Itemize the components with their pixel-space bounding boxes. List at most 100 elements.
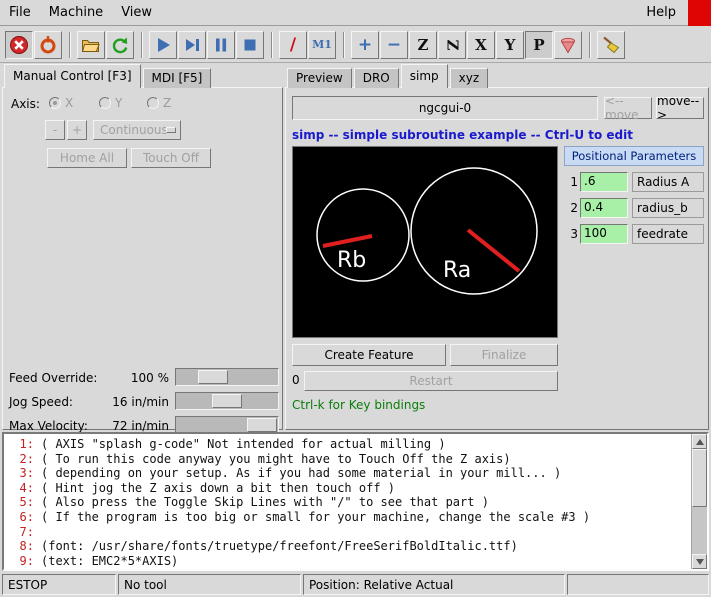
touch-off-button[interactable]: Touch Off [131,148,211,168]
optional-stop-button[interactable]: M1 [308,31,336,59]
gcode-line[interactable]: 2: ( To run this code anyway you might h… [8,452,689,467]
gcode-listing[interactable]: 1: ( AXIS "splash g-code" Not intended f… [2,432,709,571]
view-y-button[interactable]: Y [496,31,524,59]
axis-radio-x-label: X [65,96,73,110]
line-number: 6: [8,510,34,525]
view-x-icon: X [475,36,487,54]
view-z-button[interactable]: Z [409,31,437,59]
param-3-value-entry[interactable]: 100 [580,224,628,244]
pause-button[interactable] [207,31,235,59]
jog-speed-handle[interactable] [212,394,242,408]
create-feature-button[interactable]: Create Feature [292,344,446,366]
reload-icon [110,35,130,55]
left-tabs: Manual Control [F3] MDI [F5] [4,64,213,88]
line-text: ( AXIS "splash g-code" Not intended for … [41,437,446,452]
estop-button[interactable] [5,31,33,59]
menu-help[interactable]: Help [637,1,685,24]
param-2-name: radius_b [632,198,704,218]
view-perspective-button[interactable]: P [525,31,553,59]
radio-icon [49,97,61,109]
right-tabs: Preview DRO simp xyz [287,64,490,88]
tab-preview[interactable]: Preview [287,68,352,88]
jog-speed-value: 16 in/min [73,395,169,409]
gcode-line[interactable]: 4: ( Hint jog the Z axis down a bit then… [8,481,689,496]
gcode-scrollbar[interactable] [691,434,707,569]
subroutine-preview-canvas: Rb Ra [292,146,558,338]
statusbar: ESTOP No tool Position: Relative Actual [0,572,711,597]
restart-button[interactable]: Restart [304,371,558,391]
rotate-view-icon [558,35,578,55]
param-2-number: 2 [564,201,578,215]
max-velocity-handle[interactable] [247,418,277,432]
run-step-button[interactable] [178,31,206,59]
menu-machine[interactable]: Machine [40,1,112,24]
feed-override-slider[interactable] [175,368,279,386]
param-2-value-entry[interactable]: 0.4 [580,198,628,218]
param-3-name: feedrate [632,224,704,244]
gcode-line[interactable]: 6: ( If the program is too big or small … [8,510,689,525]
record-indicator [688,0,711,26]
jog-speed-slider[interactable] [175,392,279,410]
toolbar-separator [271,32,273,58]
toggle-skip-lines-button[interactable]: / [279,31,307,59]
toolbar-separator [343,32,345,58]
move-left-button[interactable]: <--move [604,97,652,119]
zoom-in-icon: + [358,35,372,55]
zoom-in-button[interactable]: + [351,31,379,59]
run-button[interactable] [149,31,177,59]
scrollbar-thumb[interactable] [692,449,707,507]
ngcgui-name-entry[interactable]: ngcgui-0 [292,96,598,120]
label-rb: Rb [337,248,366,273]
view-x-button[interactable]: X [467,31,495,59]
rotate-view-button[interactable] [554,31,582,59]
circle-ra [411,168,537,294]
param-1-value-entry[interactable]: .6 [580,172,628,192]
jog-plus-button[interactable]: + [67,120,87,140]
tab-dro[interactable]: DRO [354,68,399,88]
move-right-button[interactable]: move--> [656,97,704,119]
toolbar-separator [141,32,143,58]
feed-override-handle[interactable] [198,370,228,384]
open-file-button[interactable] [77,31,105,59]
gcode-line[interactable]: 8: (font: /usr/share/fonts/truetype/free… [8,539,689,554]
gcode-line[interactable]: 7: [8,525,689,540]
stop-button[interactable] [236,31,264,59]
tab-xyz[interactable]: xyz [450,68,489,88]
menu-view[interactable]: View [112,1,161,24]
gcode-line[interactable]: 5: ( Also press the Toggle Skip Lines wi… [8,495,689,510]
axis-radio-x[interactable]: X [49,96,73,110]
tab-mdi[interactable]: MDI [F5] [143,68,212,88]
jog-mode-dropdown[interactable]: Continuous [93,120,181,140]
line-number: 1: [8,437,34,452]
jog-mode-label: Continuous [100,123,168,137]
axis-radio-z[interactable]: Z [147,96,171,110]
home-all-button[interactable]: Home All [47,148,127,168]
line-text: ( depending on your setup. As if you had… [41,466,561,481]
manual-control-body: Axis: X Y Z - + Continuous Home All Touc… [2,87,283,430]
line-number: 9: [8,554,34,569]
preview-panel: Preview DRO simp xyz ngcgui-0 <--move mo… [285,64,709,430]
param-1-name: Radius A [632,172,704,192]
tab-simp[interactable]: simp [401,64,448,88]
tab-manual-control[interactable]: Manual Control [F3] [4,64,141,88]
reload-button[interactable] [106,31,134,59]
finalize-button[interactable]: Finalize [450,344,558,366]
feed-override-value: 100 % [73,371,169,385]
status-estop: ESTOP [2,574,116,595]
view-z-rotated-button[interactable]: Z [438,31,466,59]
pause-icon [211,35,231,55]
axis-radio-y[interactable]: Y [99,96,122,110]
gcode-line[interactable]: 3: ( depending on your setup. As if you … [8,466,689,481]
scroll-up-icon[interactable] [692,434,707,449]
scroll-down-icon[interactable] [692,554,707,569]
gcode-line[interactable]: 9: (text: EMC2*5*AXIS) [8,554,689,569]
line-text: (font: /usr/share/fonts/truetype/freefon… [41,539,518,554]
clear-plot-button[interactable] [597,31,625,59]
machine-power-button[interactable] [34,31,62,59]
menu-file[interactable]: File [0,1,40,24]
axis-radio-y-label: Y [115,96,122,110]
gcode-line[interactable]: 1: ( AXIS "splash g-code" Not intended f… [8,437,689,452]
zoom-out-button[interactable]: − [380,31,408,59]
jog-minus-button[interactable]: - [45,120,65,140]
toolbar-separator [589,32,591,58]
